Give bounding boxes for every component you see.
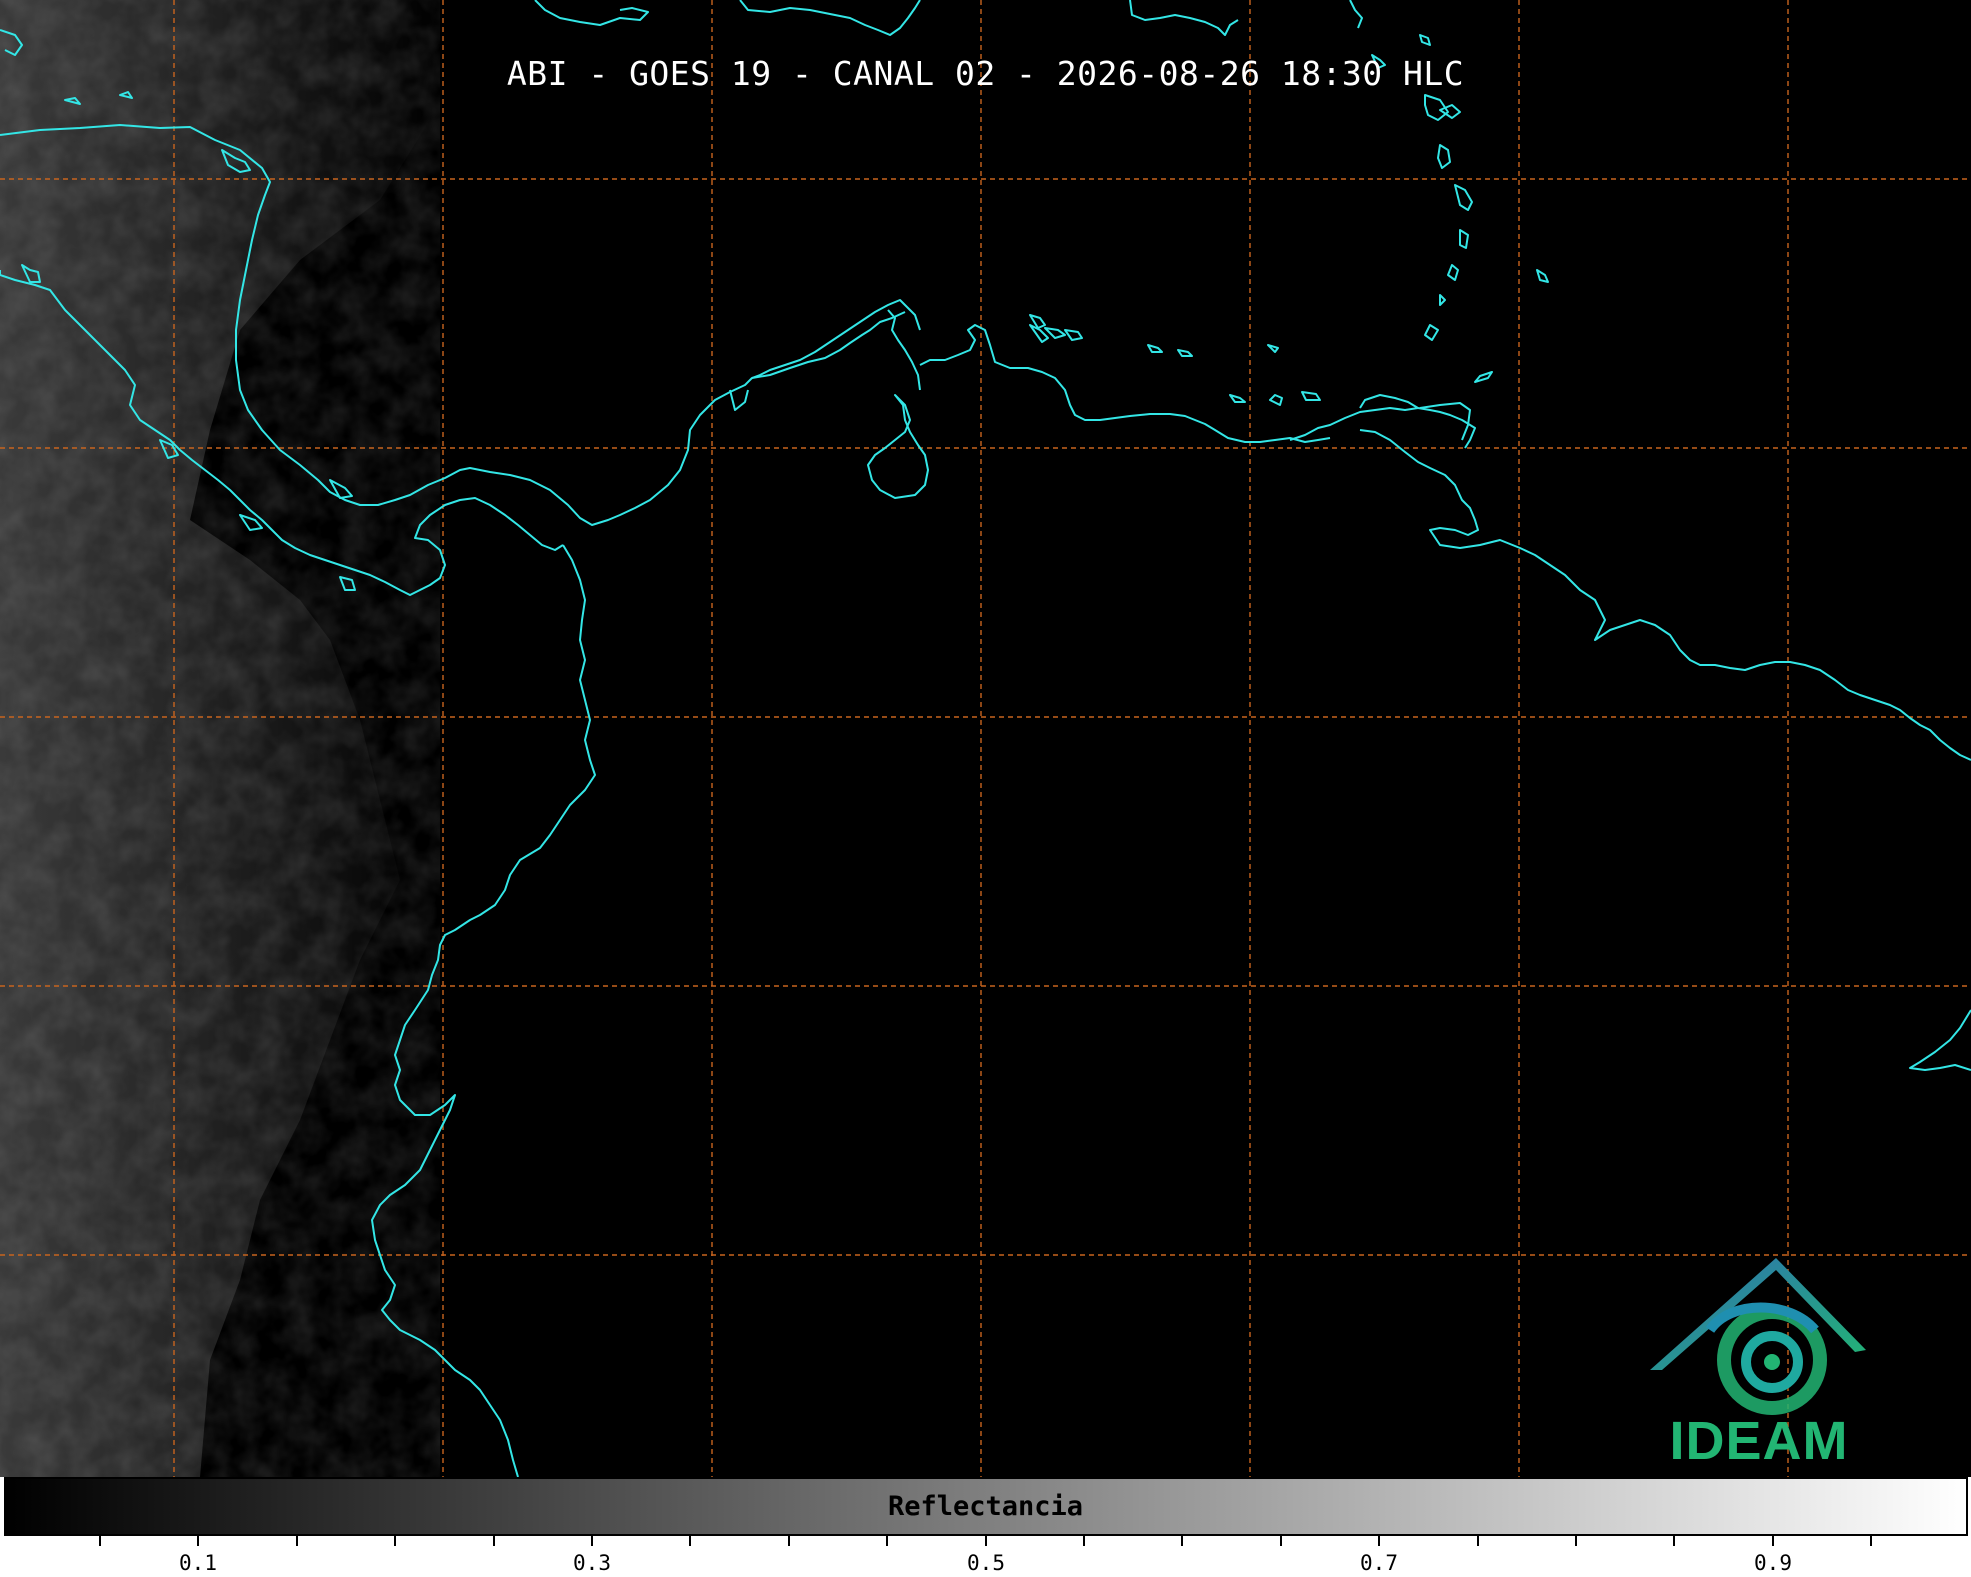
- colorbar-label: Reflectancia: [887, 1491, 1084, 1522]
- ideam-logo-text: IDEAM: [1669, 1411, 1849, 1471]
- colorbar-tick-label: 0.3: [573, 1551, 611, 1575]
- map-canvas: [0, 0, 1971, 1577]
- colorbar-tick-label: 0.7: [1360, 1551, 1398, 1575]
- colorbar-tick-label: 0.9: [1754, 1551, 1792, 1575]
- colorbar-tick-label: 0.1: [179, 1551, 217, 1575]
- colorbar-tick-label: 0.5: [967, 1551, 1005, 1575]
- satellite-image: ABI - GOES 19 - CANAL 02 - 2026-08-26 18…: [0, 0, 1971, 1577]
